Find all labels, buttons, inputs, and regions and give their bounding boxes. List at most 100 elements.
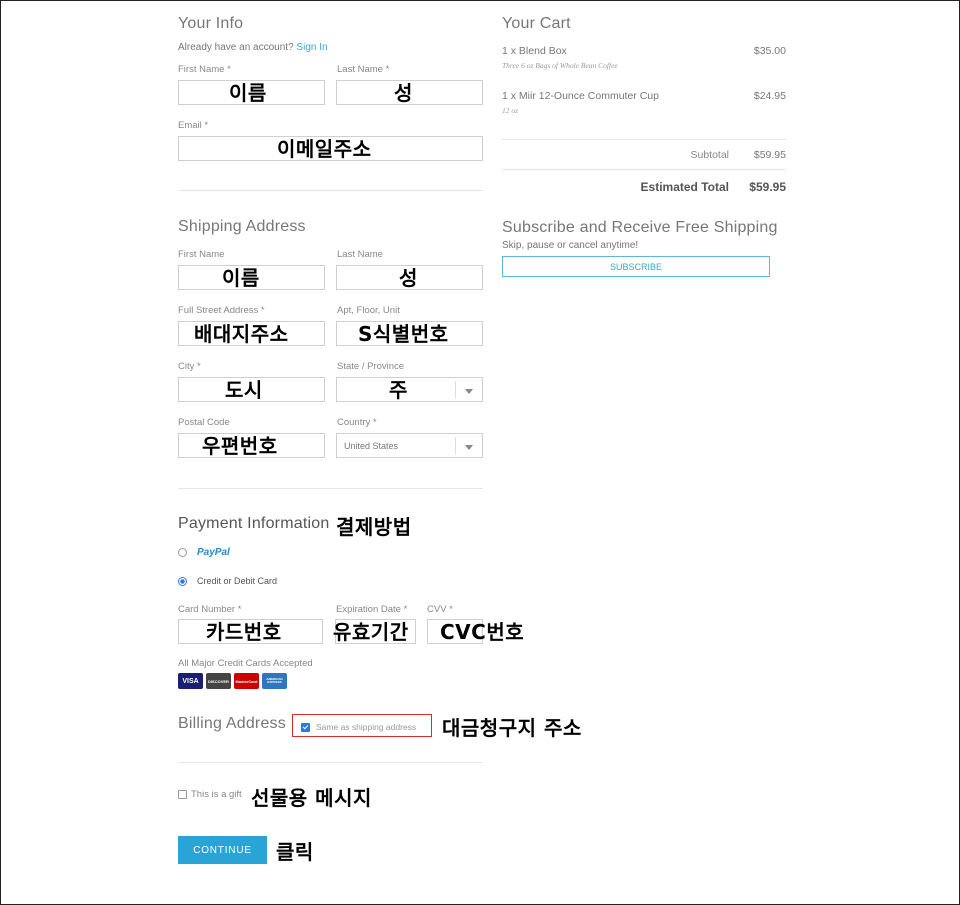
sign-in-link[interactable]: Sign In (296, 42, 327, 53)
street-input[interactable]: 배대지주소 (178, 321, 325, 346)
subscribe-button[interactable]: SUBSCRIBE (502, 256, 770, 277)
ship-first-name-value: 이름 (222, 266, 260, 290)
card-number-value: 카드번호 (206, 620, 282, 644)
card-number-label: Card Number * (178, 604, 242, 615)
country-value: United States (344, 441, 399, 451)
first-name-input[interactable]: 이름 (178, 80, 325, 105)
estimated-total-value: $59.95 (749, 180, 786, 194)
subtotal-value: $59.95 (753, 149, 786, 161)
gift-label: This is a gift (191, 789, 242, 800)
account-prompt-text: Already have an account? (178, 42, 294, 53)
last-name-input[interactable]: 성 (336, 80, 483, 105)
continue-button[interactable]: CONTINUE (178, 836, 267, 864)
paypal-logo: PayPal (197, 547, 230, 558)
required-mark: * (197, 361, 201, 372)
last-name-value: 성 (394, 81, 413, 105)
ship-last-name-input[interactable]: 성 (336, 265, 483, 290)
same-as-shipping-label: Same as shipping address (316, 722, 417, 732)
estimated-total-label: Estimated Total (640, 180, 729, 194)
same-as-shipping-option[interactable]: Same as shipping address (301, 722, 416, 732)
ship-last-name-value: 성 (399, 266, 418, 290)
gift-checkbox[interactable] (178, 790, 187, 799)
expiration-input[interactable]: 유효기간 (333, 619, 416, 644)
cart-item-subtitle: 12 oz (502, 106, 519, 115)
cvv-input[interactable]: CVC번호 (427, 619, 524, 644)
subscribe-heading: Subscribe and Receive Free Shipping (502, 219, 778, 236)
continue-annotation: 클릭 (276, 840, 314, 864)
email-input[interactable]: 이메일주소 (178, 136, 483, 161)
required-mark: * (372, 417, 377, 428)
same-as-shipping-checkbox[interactable] (301, 722, 310, 732)
subtotal-label: Subtotal (690, 149, 729, 161)
apt-value: S식별번호 (358, 322, 449, 346)
cart-item-title: 1 x Blend Box (502, 45, 567, 57)
cvv-label: CVV * (427, 604, 453, 615)
divider (178, 190, 483, 191)
first-name-value: 이름 (229, 81, 267, 105)
payment-heading: Payment Information (178, 515, 330, 532)
payment-annotation: 결제방법 (336, 515, 412, 539)
first-name-label-text: First Name (178, 64, 225, 75)
divider (178, 762, 483, 763)
subscribe-subtext: Skip, pause or cancel anytime! (502, 240, 639, 251)
state-dropdown-toggle[interactable] (455, 381, 482, 398)
billing-highlight-box: Same as shipping address (292, 714, 432, 737)
state-select[interactable]: 주 (336, 377, 483, 402)
visa-card-icon: VISA (178, 673, 203, 689)
state-label: State / Province (337, 361, 405, 372)
city-label: City * (178, 361, 201, 372)
postal-label: Postal Code (178, 417, 230, 428)
ship-first-name-label: First Name (178, 249, 225, 260)
required-mark: * (385, 64, 390, 75)
ship-last-name-label: Last Name (337, 249, 383, 260)
city-label-text: City (178, 361, 195, 372)
cart-item-subtitle: Three 6 oz Bags of Whole Bean Coffee (502, 61, 618, 70)
paypal-radio[interactable] (178, 548, 187, 557)
card-option[interactable]: Credit or Debit Card (178, 576, 277, 586)
required-mark: * (260, 305, 265, 316)
billing-annotation: 대금청구지 주소 (442, 716, 582, 740)
divider (178, 488, 483, 489)
divider (502, 139, 786, 140)
card-logos: VISA DISCOVER MasterCard AMERICAN EXPRES… (178, 673, 287, 689)
paypal-option[interactable]: PayPal (178, 547, 230, 558)
last-name-label: Last Name * (337, 64, 389, 75)
apt-label: Apt, Floor, Unit (337, 305, 400, 316)
country-dropdown-toggle[interactable] (455, 437, 482, 454)
amex-card-icon: AMERICAN EXPRESS (262, 673, 287, 689)
apt-input[interactable]: S식별번호 (336, 321, 483, 346)
shipping-address-heading: Shipping Address (178, 218, 306, 235)
country-select[interactable]: United States (336, 433, 483, 458)
card-radio[interactable] (178, 576, 187, 586)
gift-annotation: 선물용 메시지 (251, 786, 372, 810)
city-input[interactable]: 도시 (178, 377, 325, 402)
gift-option[interactable]: This is a gift (178, 789, 242, 800)
city-value: 도시 (225, 378, 263, 402)
required-mark: * (227, 64, 231, 75)
your-info-heading: Your Info (178, 15, 244, 32)
required-mark: * (204, 120, 209, 131)
first-name-label: First Name * (178, 64, 231, 75)
last-name-label-text: Last Name (337, 64, 383, 75)
card-number-input[interactable]: 카드번호 (178, 619, 323, 644)
cvv-value: CVC번호 (440, 620, 525, 644)
ship-first-name-input[interactable]: 이름 (178, 265, 325, 290)
divider (502, 169, 786, 170)
account-prompt: Already have an account? Sign In (178, 42, 328, 53)
street-label: Full Street Address * (178, 305, 265, 316)
cart-heading: Your Cart (502, 15, 571, 32)
email-value: 이메일주소 (277, 137, 372, 161)
email-label-text: Email (178, 120, 202, 131)
cart-item-title: 1 x Miir 12-Ounce Commuter Cup (502, 90, 659, 102)
mastercard-icon: MasterCard (234, 673, 259, 689)
discover-card-icon: DISCOVER (206, 673, 231, 689)
chevron-down-icon (465, 445, 473, 450)
postal-value: 우편번호 (202, 434, 278, 458)
expiration-label: Expiration Date * (336, 604, 408, 615)
chevron-down-icon (465, 389, 473, 394)
street-label-text: Full Street Address (178, 305, 259, 316)
cart-item-price: $24.95 (753, 90, 786, 102)
postal-input[interactable]: 우편번호 (178, 433, 325, 458)
country-label: Country * (337, 417, 377, 428)
cart-item-price: $35.00 (753, 45, 786, 57)
